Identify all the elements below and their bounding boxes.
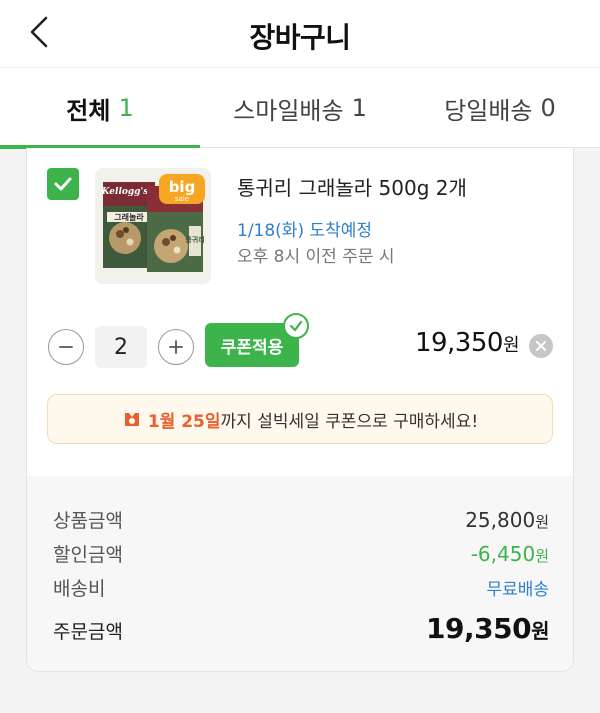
- product-amount-row: 상품금액 25,800원: [53, 506, 549, 533]
- tab-label: 스마일배송: [233, 96, 344, 125]
- item-price-unit: 원: [502, 335, 520, 356]
- badge-text: big: [169, 178, 196, 196]
- item-price: 19,350원: [414, 328, 520, 358]
- plus-icon: [169, 340, 183, 354]
- discount-amount-label: 할인금액: [53, 544, 123, 566]
- order-total-row: 주문금액 19,350원: [53, 612, 549, 645]
- currency-unit: 원: [531, 619, 549, 643]
- tab-label: 당일배송: [444, 96, 533, 125]
- item-checkbox[interactable]: [47, 168, 79, 200]
- tab-smile-delivery[interactable]: 스마일배송 1: [200, 68, 400, 148]
- tab-all[interactable]: 전체 1: [0, 68, 200, 149]
- coupon-applied-check-icon: [283, 313, 309, 339]
- shipping-fee-label: 배송비: [53, 578, 106, 600]
- delivery-date: 1/18(화) 도착예정: [237, 221, 373, 241]
- minus-icon: [59, 346, 73, 348]
- order-total-label: 주문금액: [53, 621, 123, 643]
- remove-item-button[interactable]: [529, 334, 553, 358]
- quantity-decrease-button[interactable]: [48, 329, 84, 365]
- product-amount-label: 상품금액: [53, 510, 123, 532]
- checkmark-icon: [54, 177, 72, 191]
- product-image[interactable]: 그래놀라 Kellogg's 통귀리 big sale: [95, 168, 211, 284]
- item-price-value: 19,350: [414, 328, 503, 358]
- header: 장바구니: [0, 0, 600, 68]
- shipping-fee-row: 배송비 무료배송: [53, 574, 549, 601]
- pack-text: 통귀리: [185, 235, 204, 244]
- shipping-fee-value: 무료배송: [486, 580, 549, 600]
- product-name[interactable]: 통귀리 그래놀라 500g 2개: [237, 172, 467, 201]
- product-amount-number: 25,800: [465, 508, 536, 532]
- discount-amount-number: -6,450: [470, 542, 536, 566]
- tab-count: 1: [118, 94, 134, 122]
- discount-amount-row: 할인금액 -6,450원: [53, 540, 549, 567]
- tab-same-day-delivery[interactable]: 당일배송 0: [400, 68, 600, 148]
- quantity-increase-button[interactable]: [158, 329, 194, 365]
- promo-banner[interactable]: 1월 25일 까지 설빅세일 쿠폰으로 구매하세요!: [47, 394, 553, 444]
- discount-amount-value: -6,450원: [471, 542, 549, 566]
- promo-highlight: 1월 25일: [147, 411, 221, 432]
- granola-package-image: 그래놀라 Kellogg's 통귀리 big sale: [95, 168, 211, 284]
- page-title: 장바구니: [249, 21, 351, 54]
- quantity-value[interactable]: 2: [95, 326, 147, 368]
- product-amount-value: 25,800원: [465, 508, 549, 532]
- order-total-number: 19,350: [426, 612, 532, 645]
- delivery-condition: 오후 8시 이전 주문 시: [237, 247, 395, 267]
- cart-item-card: 그래놀라 Kellogg's 통귀리 big sale 통귀리 그래놀라 500…: [26, 148, 574, 672]
- tab-label: 전체: [66, 96, 111, 125]
- currency-unit: 원: [535, 547, 549, 565]
- product-text: 그래놀라: [114, 212, 144, 222]
- price-summary: 상품금액 25,800원 할인금액 -6,450원 배송비 무료배송 주문금액 …: [27, 476, 573, 671]
- promo-text: 까지 설빅세일 쿠폰으로 구매하세요!: [220, 411, 479, 432]
- currency-unit: 원: [535, 513, 549, 531]
- close-icon: [536, 341, 546, 351]
- badge-sub-text: sale: [175, 195, 189, 203]
- gift-icon: [122, 409, 142, 429]
- tab-bar: 전체 1 스마일배송 1 당일배송 0: [0, 68, 600, 149]
- tab-count: 1: [351, 94, 367, 122]
- brand-text: Kellogg's: [101, 187, 149, 197]
- order-total-value: 19,350원: [426, 612, 549, 645]
- tab-count: 0: [540, 94, 556, 122]
